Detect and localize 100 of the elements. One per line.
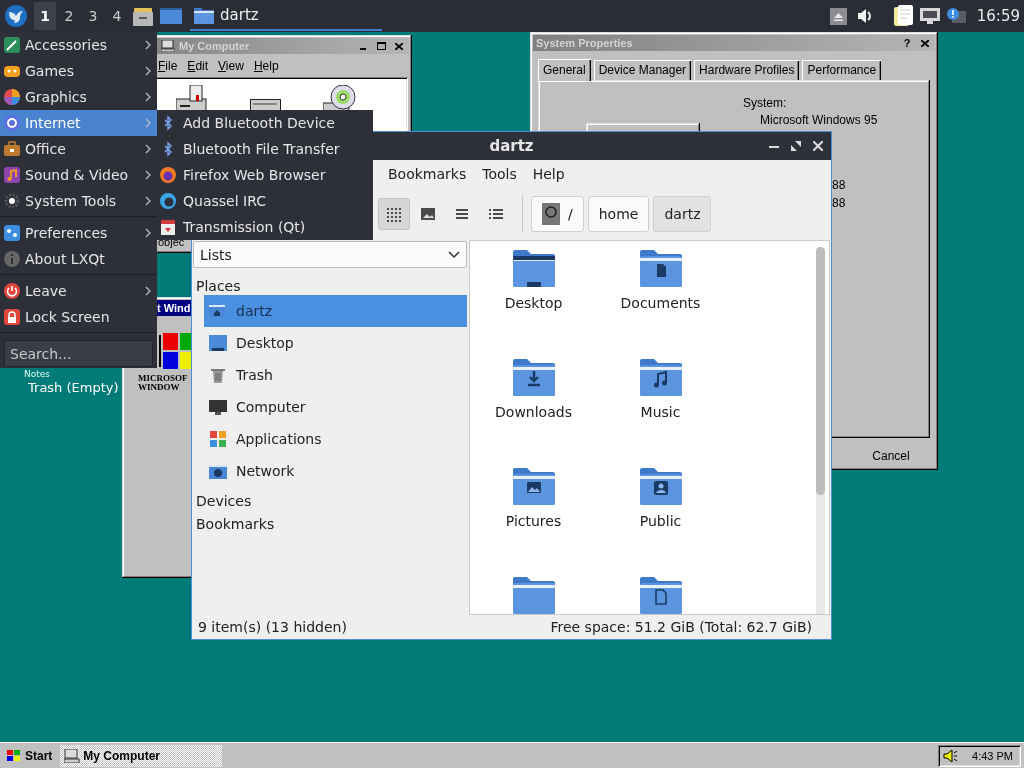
folder-icon bbox=[639, 576, 682, 614]
path-button[interactable]: home bbox=[587, 196, 650, 232]
sidebar-item[interactable]: Desktop bbox=[204, 327, 467, 359]
menu-item[interactable]: Graphics bbox=[0, 84, 157, 110]
menu-item[interactable]: Internet bbox=[0, 110, 157, 136]
menu-item[interactable]: Games bbox=[0, 58, 157, 84]
logo-text: MICROSOF bbox=[138, 374, 188, 383]
menu-item[interactable]: Bookmarks bbox=[382, 166, 473, 182]
section-heading[interactable]: Devices bbox=[193, 492, 467, 510]
computer-icon bbox=[161, 40, 175, 52]
clock: 16:59 bbox=[976, 7, 1020, 25]
sidebar-item[interactable]: Trash bbox=[204, 359, 467, 391]
list-view-icon bbox=[454, 206, 470, 222]
window-title: My Computer bbox=[179, 40, 251, 52]
workspace-button[interactable]: 4 bbox=[106, 2, 128, 30]
folder-icon bbox=[512, 358, 555, 396]
folder-icon bbox=[512, 467, 555, 505]
menu-item[interactable]: System Tools bbox=[0, 188, 157, 214]
menu-item[interactable]: Bluetooth File Transfer bbox=[157, 136, 373, 162]
app-menu-icon[interactable] bbox=[4, 4, 28, 28]
sidebar-item[interactable]: Computer bbox=[204, 391, 467, 423]
chevron-down-icon bbox=[448, 250, 460, 259]
apps-grid-icon bbox=[209, 430, 227, 448]
window-title: dartz bbox=[489, 137, 534, 155]
menu-item[interactable]: Tools bbox=[476, 166, 523, 182]
folder-icon bbox=[512, 249, 555, 287]
menu-item[interactable]: Edit bbox=[187, 59, 209, 73]
status-text: Free space: 51.2 GiB (Total: 62.7 GiB) bbox=[550, 619, 812, 635]
notification-icon[interactable] bbox=[945, 7, 966, 25]
file-label[interactable]: Music bbox=[640, 404, 681, 420]
file-label[interactable]: Downloads bbox=[495, 404, 572, 420]
gear-icon bbox=[4, 193, 20, 209]
path-button[interactable]: / bbox=[531, 196, 584, 232]
notes-icon[interactable] bbox=[893, 5, 914, 27]
file-label[interactable]: Documents bbox=[620, 295, 701, 311]
desktop-icon-label[interactable]: Trash (Empty) bbox=[0, 379, 119, 397]
workspace-button[interactable]: 3 bbox=[82, 2, 104, 30]
drive-icon bbox=[542, 203, 560, 225]
menu-item[interactable]: View bbox=[218, 59, 244, 73]
section-heading[interactable]: Bookmarks bbox=[193, 515, 467, 533]
clock: 4:43 PM bbox=[972, 749, 1013, 762]
file-label[interactable]: Desktop bbox=[504, 295, 563, 311]
view-mode-button[interactable] bbox=[378, 198, 410, 230]
sidebar-item[interactable]: Applications bbox=[204, 423, 467, 455]
maximize-icon bbox=[791, 141, 801, 151]
menu-item[interactable]: Office bbox=[0, 136, 157, 162]
desktop-icon[interactable] bbox=[160, 6, 182, 26]
speaker-icon bbox=[942, 747, 959, 764]
logo-text: WINDOW bbox=[138, 383, 180, 392]
start-button[interactable]: Start bbox=[2, 744, 57, 767]
volume-icon[interactable] bbox=[855, 7, 874, 25]
taskbar-button[interactable]: My Computer bbox=[60, 744, 223, 767]
menu-item[interactable]: Add Bluetooth Device bbox=[157, 110, 373, 136]
menu-item[interactable]: Quassel IRC bbox=[157, 188, 373, 214]
tab[interactable]: General bbox=[538, 59, 591, 81]
help-button[interactable]: ? bbox=[899, 36, 915, 50]
folder-icon bbox=[639, 249, 682, 287]
file-cabinet-icon[interactable] bbox=[133, 6, 153, 26]
menu-item[interactable]: Sound & Video bbox=[0, 162, 157, 188]
details-view-icon bbox=[488, 206, 504, 222]
side-pane-dropdown[interactable]: Lists bbox=[193, 241, 467, 268]
menu-item[interactable]: Preferences bbox=[0, 220, 157, 246]
workspace-button[interactable]: 1 bbox=[34, 2, 56, 30]
globe-icon bbox=[4, 115, 20, 131]
system-info-text: 88 bbox=[832, 178, 846, 192]
menu-item[interactable]: Help bbox=[253, 59, 279, 73]
menu-item[interactable]: Leave bbox=[0, 278, 157, 304]
path-button[interactable]: dartz bbox=[653, 196, 712, 232]
scrollbar[interactable] bbox=[816, 247, 825, 614]
menu-item[interactable]: Firefox Web Browser bbox=[157, 162, 373, 188]
desktop-icon-label[interactable]: Notes bbox=[0, 369, 119, 379]
menu-item[interactable]: File bbox=[158, 59, 178, 73]
search-field[interactable]: Search... bbox=[4, 340, 153, 367]
eject-icon[interactable] bbox=[829, 7, 847, 25]
close-button[interactable] bbox=[811, 139, 825, 153]
home-folder-icon bbox=[209, 302, 227, 320]
sidebar-item[interactable]: Network bbox=[204, 455, 467, 487]
close-icon bbox=[395, 42, 403, 50]
folder-icon bbox=[639, 358, 682, 396]
tab[interactable]: Hardware Profiles bbox=[694, 60, 800, 80]
workspace-button[interactable]: 2 bbox=[58, 2, 80, 30]
hard-drive-icon bbox=[250, 99, 281, 112]
info-icon bbox=[4, 251, 20, 267]
menu-item[interactable]: Accessories bbox=[0, 32, 157, 58]
section-heading[interactable]: Places bbox=[193, 277, 467, 295]
computer-icon bbox=[64, 748, 81, 763]
system-info-text: 88 bbox=[832, 196, 846, 210]
gamepad-icon bbox=[4, 63, 20, 79]
network-icon[interactable] bbox=[919, 7, 940, 25]
menu-item[interactable]: About LXQt bbox=[0, 246, 157, 272]
tab[interactable]: Device Manager bbox=[593, 60, 692, 80]
file-label[interactable]: Public bbox=[639, 513, 682, 529]
maximize-button[interactable] bbox=[789, 139, 803, 153]
cancel-button[interactable]: Cancel bbox=[853, 444, 929, 467]
menu-item[interactable]: Help bbox=[526, 166, 571, 182]
tab[interactable]: Performance bbox=[802, 60, 882, 80]
sidebar-item[interactable]: dartz bbox=[204, 295, 467, 327]
menu-item[interactable]: Lock Screen bbox=[0, 304, 157, 330]
window-title: t Wind bbox=[157, 302, 191, 314]
file-label[interactable]: Pictures bbox=[505, 513, 562, 529]
